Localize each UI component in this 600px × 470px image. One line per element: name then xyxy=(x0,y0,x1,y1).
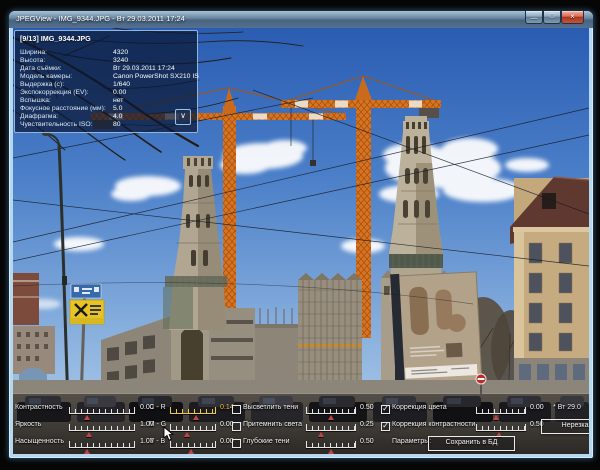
lighten-shadows-label: Высветлить тени xyxy=(243,404,298,411)
minimize-button[interactable]: — xyxy=(525,11,543,24)
collapse-info-button[interactable]: ∨ xyxy=(175,109,191,125)
exif-row: Модель камеры:Canon PowerShot SX210 IS xyxy=(15,73,197,81)
unsharp-mask-button[interactable]: Нерезкая xyxy=(541,419,589,434)
color-correction-label: Коррекция цвета xyxy=(392,404,447,411)
lighten-shadows-slider[interactable] xyxy=(306,405,356,414)
deep-shadows-label: Глубокие тени xyxy=(243,438,290,445)
magenta-green-label: M - G xyxy=(147,421,168,428)
maximize-button[interactable]: □ xyxy=(543,11,561,24)
contrast-correction-slider[interactable] xyxy=(476,422,526,431)
exif-row: Высота:3240 xyxy=(15,57,197,65)
jpegview-window: JPEGView - IMG_9344.JPG - Вт 29.03.2011 … xyxy=(8,10,594,459)
exif-header: [9/13] IMG_9344.JPG xyxy=(20,34,91,43)
check-icon: ✓ xyxy=(382,405,389,412)
date-note: * Вт 29.0 xyxy=(553,404,581,411)
exif-row: Вспышка:нет xyxy=(15,97,197,105)
magenta-green-slider[interactable] xyxy=(170,422,216,431)
parameters-label: Параметры: xyxy=(392,438,431,445)
deep-shadows-checkbox[interactable] xyxy=(232,439,241,448)
darken-highlights-value: 0.25 xyxy=(360,421,374,428)
deep-shadows-slider[interactable] xyxy=(306,439,356,448)
brightness-slider[interactable] xyxy=(69,422,135,431)
minimize-icon: — xyxy=(526,13,542,24)
exif-row: Фокусное расстояние (мм):5.0 xyxy=(15,105,197,113)
cyan-red-slider[interactable] xyxy=(170,405,216,414)
lighten-shadows-value: 0.50 xyxy=(360,404,374,411)
collapse-chevron-icon: ∨ xyxy=(180,111,186,120)
contrast-slider[interactable] xyxy=(69,405,135,414)
contrast-correction-label: Коррекция контрастности xyxy=(392,421,475,428)
color-correction-value: 0.00 xyxy=(530,404,544,411)
yellow-blue-slider[interactable] xyxy=(170,439,216,448)
deep-shadows-value: 0.50 xyxy=(360,438,374,445)
photo-viewport[interactable]: [9/13] IMG_9344.JPG Ширина:4320 Высота:3… xyxy=(13,28,589,454)
exif-row: Дата съёмки:Вт 29.03.2011 17:24 xyxy=(15,65,197,73)
yellow-blue-label: Y - B xyxy=(147,438,168,445)
exif-row: Чувствительность ISO:80 xyxy=(15,121,197,129)
image-adjust-panel: Контрастность 0.00 C - R 0.14 Высветлить… xyxy=(13,399,589,454)
save-to-db-button[interactable]: Сохранить в БД xyxy=(428,436,515,451)
contrast-correction-checkbox[interactable]: ✓ xyxy=(381,422,390,431)
exif-row: Ширина:4320 xyxy=(15,49,197,57)
darken-highlights-slider[interactable] xyxy=(306,422,356,431)
darken-highlights-checkbox[interactable] xyxy=(232,422,241,431)
brightness-label: Яркость xyxy=(15,421,41,428)
saturation-slider[interactable] xyxy=(69,439,135,448)
window-title: JPEGView - IMG_9344.JPG - Вт 29.03.2011 … xyxy=(16,14,185,23)
darken-highlights-label: Притемнить света xyxy=(243,421,302,428)
color-correction-slider[interactable] xyxy=(476,405,526,414)
color-correction-checkbox[interactable]: ✓ xyxy=(381,405,390,414)
desktop-background: JPEGView - IMG_9344.JPG - Вт 29.03.2011 … xyxy=(0,0,600,470)
exif-row: Выдержка (с):1/640 xyxy=(15,81,197,89)
exif-row: Диафрагма:4.0 xyxy=(15,113,197,121)
saturation-label: Насыщенность xyxy=(15,438,64,445)
window-controls: — □ × xyxy=(525,11,584,24)
lighten-shadows-checkbox[interactable] xyxy=(232,405,241,414)
contrast-label: Контрастность xyxy=(15,404,63,411)
close-icon: × xyxy=(570,12,575,21)
exif-rows: Ширина:4320 Высота:3240 Дата съёмки:Вт 2… xyxy=(15,49,197,129)
cyan-red-label: C - R xyxy=(147,404,168,411)
check-icon: ✓ xyxy=(382,422,389,429)
titlebar[interactable]: JPEGView - IMG_9344.JPG - Вт 29.03.2011 … xyxy=(9,11,593,28)
close-button[interactable]: × xyxy=(561,11,584,24)
exif-info-panel: [9/13] IMG_9344.JPG Ширина:4320 Высота:3… xyxy=(14,30,198,133)
exif-row: Экспокоррекция (EV):0.00 xyxy=(15,89,197,97)
maximize-icon: □ xyxy=(550,13,554,20)
